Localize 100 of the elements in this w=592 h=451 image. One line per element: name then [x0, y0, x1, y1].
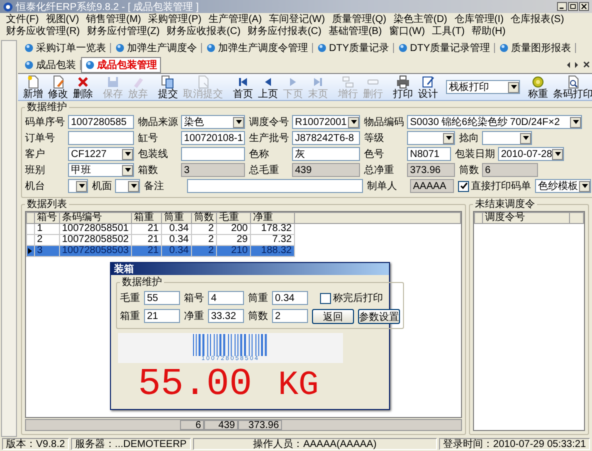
text-field[interactable]: 4	[208, 291, 244, 305]
tab[interactable]: DTY质量记录	[313, 40, 393, 56]
text-field[interactable]: 21	[144, 309, 180, 323]
dropdown-field[interactable]: R10072001	[292, 115, 360, 129]
text-field[interactable]: 33.32	[208, 309, 244, 323]
tab[interactable]: 采购订单一览表	[20, 40, 110, 56]
text-field[interactable]	[187, 179, 363, 193]
readonly-field: 439	[292, 163, 360, 177]
menu-item[interactable]: 财务应收报表(C)	[166, 26, 241, 38]
total-cell: 439	[204, 420, 238, 430]
checkbox[interactable]	[320, 292, 331, 304]
column-header[interactable]: 箱重	[131, 212, 162, 224]
text-field[interactable]: 100720108-1	[181, 131, 245, 145]
toolbar-button[interactable]: 称重	[526, 74, 550, 100]
menu-item[interactable]: 车间登记(W)	[268, 14, 325, 26]
toolbar-button[interactable]: 设计	[416, 74, 440, 100]
dropdown-field[interactable]: S0030 锦纶6纶染色纱 70D/24F×2	[407, 115, 582, 129]
menu-item[interactable]: 染色主管(D)	[393, 14, 448, 26]
column-header[interactable]: 箱号	[34, 212, 60, 224]
menu-item[interactable]: 仓库管理(I)	[454, 14, 504, 26]
toolbar-button[interactable]: 条码打印	[551, 74, 592, 100]
header-cell	[474, 212, 482, 224]
dropdown-field[interactable]: 2010-07-28	[498, 147, 564, 161]
toolbar-button[interactable]: 上页	[256, 74, 280, 100]
tab[interactable]: 成品包装	[20, 57, 80, 73]
tab[interactable]: 加弹生产调度令	[111, 40, 201, 56]
dropdown-field[interactable]: 染色	[181, 115, 245, 129]
toolbar-button[interactable]: 新增	[21, 74, 45, 100]
column-header[interactable]: 筒数	[191, 212, 216, 224]
menu-item[interactable]: 帮助(H)	[472, 26, 506, 38]
menu-item[interactable]: 工具(T)	[432, 26, 465, 38]
table-row[interactable]: 3 100728058503 21 0.34 2 210 188.32	[26, 246, 460, 256]
text-field[interactable]: 1007280585	[68, 115, 134, 129]
column-header[interactable]: 筒重	[161, 212, 192, 224]
text-field[interactable]	[181, 147, 245, 161]
group-title: 数据维护	[26, 102, 68, 113]
field-label: 筒重	[248, 292, 268, 305]
group-title: 数据列表	[26, 199, 68, 210]
field-label: 净重	[184, 310, 204, 323]
menu-item[interactable]: 财务应付管理(Z)	[86, 26, 160, 38]
tab[interactable]: DTY质量记录管理	[394, 40, 494, 56]
text-field[interactable]: 0.34	[272, 291, 308, 305]
dropdown-field[interactable]: 色纱模板	[535, 179, 591, 193]
text-field[interactable]	[68, 131, 134, 145]
tab[interactable]: 加弹生产调度令管理	[202, 40, 312, 56]
menu-item[interactable]: 仓库报表(S)	[510, 14, 564, 26]
dropdown-field[interactable]: 栈板打印	[446, 80, 520, 94]
dropdown-field[interactable]	[407, 131, 455, 145]
menu-item[interactable]: 销售管理(M)	[86, 14, 142, 26]
tab[interactable]: 成品包装管理	[81, 57, 161, 73]
text-field[interactable]: J878242T6-8	[292, 131, 360, 145]
field-label: 班别	[25, 164, 46, 177]
column-header[interactable]: 毛重	[216, 212, 250, 224]
checkbox-label: 直接打印码单	[471, 180, 531, 193]
dialog-button[interactable]: 参数设置	[358, 308, 400, 324]
dropdown-field[interactable]	[68, 179, 88, 193]
toolbar-button[interactable]: 打印	[391, 74, 415, 100]
dropdown-field[interactable]: CF1227	[68, 147, 134, 161]
text-field[interactable]: 灰	[292, 147, 360, 161]
field-label: 箱数	[138, 164, 159, 177]
dropdown-arrow-icon	[234, 118, 242, 126]
menu-item[interactable]: 采购管理(P)	[148, 14, 202, 26]
text-field[interactable]: 2	[272, 309, 308, 323]
column-header[interactable]: 净重	[250, 212, 294, 224]
checkbox-label: 称完后打印	[333, 292, 383, 305]
menu-item[interactable]: 视图(V)	[46, 14, 80, 26]
toolbar-button[interactable]: 首页	[231, 74, 255, 100]
text-field[interactable]: N8071	[407, 147, 451, 161]
dropdown-field[interactable]: 甲班	[68, 163, 134, 177]
text-field[interactable]: 55	[144, 291, 180, 305]
field-label: 机台	[25, 180, 46, 193]
menu-item[interactable]: 基础管理(B)	[328, 26, 382, 38]
toolbar-button[interactable]: 提交	[156, 74, 180, 100]
menu-item[interactable]: 财务应收管理(R)	[6, 26, 80, 38]
close-icon	[583, 61, 590, 68]
dropdown-field[interactable]	[115, 179, 140, 193]
menu-item[interactable]: 生产管理(A)	[208, 14, 262, 26]
pencil-sheet-icon	[421, 74, 435, 88]
sphere-icon	[24, 60, 34, 70]
dialog-button[interactable]: 返回	[312, 308, 354, 324]
toolbar-button[interactable]: 删除	[71, 74, 95, 100]
field-label: 总净重	[364, 164, 395, 177]
dialog-title: 装箱	[114, 262, 134, 276]
dropdown-field[interactable]	[482, 131, 532, 145]
toolbar-button[interactable]: 修改	[46, 74, 70, 100]
menu-item[interactable]: 文件(F)	[6, 14, 39, 26]
status-text: 版本：V9.8.2	[2, 438, 69, 450]
menu-item[interactable]: 财务应付报表(C)	[248, 26, 322, 38]
checkbox[interactable]	[458, 180, 469, 192]
menu-item[interactable]: 质量管理(Q)	[332, 14, 386, 26]
weight-reading: 55.00	[138, 365, 252, 405]
delete-icon	[76, 74, 90, 88]
table-row[interactable]: 1 100728058501 21 0.34 2 200 178.32	[26, 224, 460, 234]
menu-item[interactable]: 窗口(W)	[388, 26, 425, 38]
dropdown-arrow-icon	[510, 83, 518, 91]
column-header[interactable]: 条码编号	[60, 212, 132, 224]
page-pencil-icon	[51, 74, 65, 88]
tab[interactable]: 质量图形报表	[495, 40, 575, 56]
dropdown-arrow-icon	[554, 150, 562, 158]
table-cell: 1	[34, 224, 60, 234]
